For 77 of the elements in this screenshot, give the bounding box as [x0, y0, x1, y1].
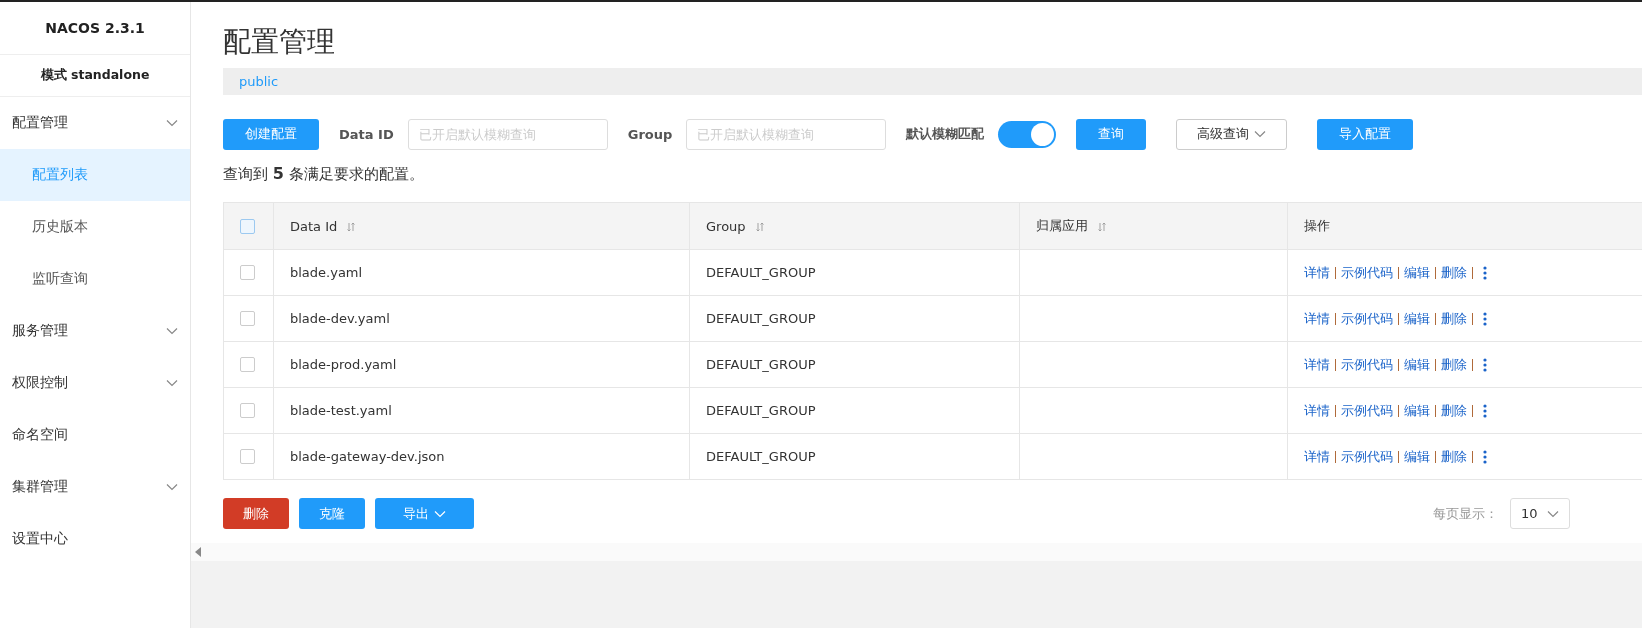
action-link[interactable]: 删除: [1436, 266, 1473, 279]
chevron-down-icon: [166, 483, 178, 491]
action-link[interactable]: 编辑: [1399, 312, 1436, 325]
row-checkbox[interactable]: [240, 449, 255, 464]
select-all-checkbox[interactable]: [240, 218, 255, 234]
action-link[interactable]: 示例代码: [1336, 266, 1399, 279]
chevron-down-icon: [166, 327, 178, 335]
page-size-label: 每页显示：: [1433, 504, 1498, 523]
action-link[interactable]: 详情: [1304, 266, 1336, 279]
page-title: 配置管理: [223, 24, 336, 60]
scroll-left-icon[interactable]: [195, 547, 201, 557]
sidebar-item[interactable]: 服务管理: [0, 305, 190, 357]
sidebar-item[interactable]: 权限控制: [0, 357, 190, 409]
more-icon[interactable]: [1483, 404, 1487, 419]
action-link[interactable]: 详情: [1304, 404, 1336, 417]
result-summary: 查询到 5 条满足要求的配置。: [223, 164, 425, 184]
sort-icon[interactable]: [1098, 221, 1106, 232]
action-link[interactable]: 示例代码: [1336, 358, 1399, 371]
action-link[interactable]: 示例代码: [1336, 404, 1399, 417]
table-header-cell: 操作: [1287, 202, 1642, 250]
sidebar-subitem[interactable]: 历史版本: [0, 201, 190, 253]
horizontal-scrollbar[interactable]: [191, 543, 1642, 561]
sidebar-subitem[interactable]: 监听查询: [0, 253, 190, 305]
action-link[interactable]: 删除: [1436, 450, 1473, 463]
chevron-down-icon: [1547, 509, 1559, 518]
data-id-label: Data ID: [339, 126, 394, 142]
group-label: Group: [627, 126, 673, 142]
sidebar-item[interactable]: 设置中心: [0, 513, 190, 565]
sort-icon[interactable]: [347, 222, 356, 232]
action-link[interactable]: 编辑: [1399, 358, 1436, 371]
page-size-select[interactable]: 10: [1510, 498, 1570, 529]
table-cell: DEFAULT_GROUP: [689, 249, 1020, 296]
sort-icon[interactable]: [755, 222, 764, 232]
mode-label: 模式 standalone: [0, 55, 190, 97]
more-icon[interactable]: [1483, 358, 1487, 373]
table-header-cell: Group: [689, 202, 1020, 250]
row-checkbox[interactable]: [240, 403, 255, 418]
row-checkbox[interactable]: [240, 357, 255, 372]
action-link[interactable]: 删除: [1436, 404, 1473, 417]
action-link[interactable]: 删除: [1436, 312, 1473, 325]
table-cell: blade-dev.yaml: [273, 295, 690, 342]
more-icon[interactable]: [1483, 266, 1487, 281]
sidebar-item[interactable]: 集群管理: [0, 461, 190, 513]
table-cell: blade.yaml: [273, 249, 690, 296]
action-link[interactable]: 示例代码: [1336, 450, 1399, 463]
advanced-search-button[interactable]: 高级查询: [1176, 118, 1288, 150]
sidebar-item[interactable]: 配置管理: [0, 97, 190, 149]
action-link[interactable]: 编辑: [1399, 404, 1436, 417]
more-icon[interactable]: [1483, 312, 1487, 327]
chevron-down-icon: [1254, 130, 1267, 138]
row-checkbox[interactable]: [240, 265, 255, 280]
chevron-down-icon: [166, 379, 178, 387]
action-link[interactable]: 详情: [1304, 358, 1336, 371]
action-link[interactable]: 编辑: [1399, 266, 1436, 279]
table-cell: blade-test.yaml: [273, 387, 690, 434]
action-link[interactable]: 删除: [1436, 358, 1473, 371]
fuzzy-match-label: 默认模糊匹配: [906, 125, 985, 143]
chevron-down-icon: [434, 509, 446, 518]
action-link[interactable]: 示例代码: [1336, 312, 1399, 325]
table-cell: DEFAULT_GROUP: [689, 433, 1020, 480]
action-link[interactable]: 编辑: [1399, 450, 1436, 463]
action-link[interactable]: 详情: [1304, 312, 1336, 325]
table-cell: DEFAULT_GROUP: [689, 295, 1020, 342]
delete-button[interactable]: 删除: [223, 498, 289, 529]
table-cell: blade-prod.yaml: [273, 341, 690, 388]
table-cell: DEFAULT_GROUP: [689, 387, 1020, 434]
fuzzy-match-switch[interactable]: [998, 120, 1057, 148]
table-header-cell: Data Id: [273, 202, 690, 250]
table-cell: blade-gateway-dev.json: [273, 433, 690, 480]
chevron-down-icon: [166, 119, 178, 127]
table-header-cell: 归属应用: [1019, 202, 1288, 250]
sidebar-item[interactable]: 命名空间: [0, 409, 190, 461]
more-icon[interactable]: [1483, 450, 1487, 465]
app-title: NACOS 2.3.1: [0, 2, 190, 55]
table-cell: DEFAULT_GROUP: [689, 341, 1020, 388]
row-checkbox[interactable]: [240, 311, 255, 326]
action-link[interactable]: 详情: [1304, 450, 1336, 463]
